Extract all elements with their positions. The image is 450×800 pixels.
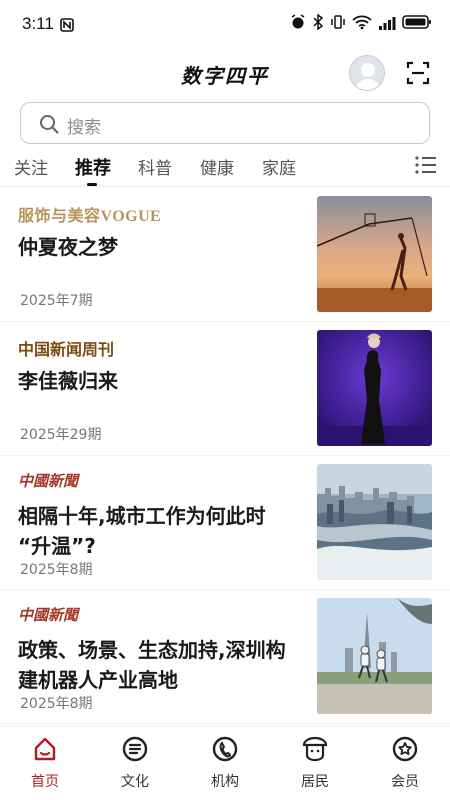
article-title-line: “升温”?: [18, 534, 96, 558]
publication-logo: 中國新聞: [18, 472, 79, 490]
status-time: 3:11: [22, 14, 54, 33]
article-title-line: 相隔十年,城市工作为何此时: [18, 504, 266, 528]
article-thumbnail: [317, 330, 432, 446]
avatar[interactable]: [349, 55, 385, 91]
article-title: 相隔十年,城市工作为何此时 “升温”?: [18, 501, 298, 561]
signal-icon: [378, 15, 396, 34]
app-header: 数字四平: [0, 50, 450, 96]
article-item[interactable]: 服饰与美容VOGUE 仲夏夜之梦 2025年7期: [0, 188, 450, 322]
nav-label: 首页: [31, 774, 59, 790]
member-icon: [392, 736, 418, 762]
institution-icon: [212, 736, 238, 762]
article-title: 仲夏夜之梦: [18, 232, 298, 262]
article-issue: 2025年8期: [20, 696, 93, 712]
publication-logo: 中國新聞: [18, 606, 79, 624]
tab-health[interactable]: 健康: [200, 154, 234, 179]
nav-label: 居民: [301, 774, 329, 790]
nav-culture[interactable]: 文化: [100, 735, 170, 791]
wifi-icon: [352, 14, 372, 34]
nav-label: 会员: [391, 774, 419, 790]
article-item[interactable]: 中國新聞 政策、场景、生态加持,深圳构 建机器人产业高地 2025年8期: [0, 590, 450, 724]
article-title: 李佳薇归来: [18, 366, 298, 396]
nav-resident[interactable]: 居民: [280, 735, 350, 791]
article-thumbnail: [317, 598, 432, 714]
article-item[interactable]: 中国新闻周刊 李佳薇归来 2025年29期: [0, 322, 450, 456]
alarm-icon: [290, 14, 306, 34]
nav-label: 机构: [211, 774, 239, 790]
publication-logo: 中国新闻周刊: [18, 340, 115, 359]
bottom-navigation: 首页 文化 机构 居民 会员: [0, 726, 450, 800]
nav-member[interactable]: 会员: [370, 735, 440, 791]
tab-recommend[interactable]: 推荐: [75, 154, 111, 180]
resident-icon: [302, 736, 328, 762]
tab-family[interactable]: 家庭: [262, 154, 296, 179]
tab-science[interactable]: 科普: [138, 154, 172, 179]
tab-menu-icon[interactable]: [414, 154, 438, 176]
category-tabs: 关注 推荐 科普 健康 家庭: [0, 148, 450, 188]
culture-icon: [122, 736, 148, 762]
article-title: 政策、场景、生态加持,深圳构 建机器人产业高地: [18, 635, 298, 695]
divider: [0, 186, 450, 187]
nav-institution[interactable]: 机构: [190, 735, 260, 791]
tab-follow[interactable]: 关注: [14, 154, 48, 179]
nav-home[interactable]: 首页: [10, 735, 80, 791]
nav-label: 文化: [121, 774, 149, 790]
article-title-line: 建机器人产业高地: [18, 668, 178, 692]
article-issue: 2025年7期: [20, 293, 93, 309]
article-title-line: 政策、场景、生态加持,深圳构: [18, 638, 286, 662]
search-icon: [39, 114, 59, 134]
scan-icon[interactable]: [405, 60, 431, 86]
article-thumbnail: [317, 464, 432, 580]
bluetooth-icon: [312, 13, 324, 34]
home-icon: [34, 737, 56, 761]
article-title-line: 仲夏夜之梦: [18, 235, 118, 259]
nfc-icon: [60, 17, 74, 36]
article-thumbnail: [317, 196, 432, 312]
publication-logo: 服饰与美容VOGUE: [18, 208, 162, 225]
article-issue: 2025年8期: [20, 562, 93, 578]
search-input[interactable]: 搜索: [20, 102, 430, 144]
article-title-line: 李佳薇归来: [18, 369, 118, 393]
article-issue: 2025年29期: [20, 427, 102, 443]
article-item[interactable]: 中國新聞 相隔十年,城市工作为何此时 “升温”? 2025年8期: [0, 456, 450, 590]
vibrate-icon: [330, 14, 346, 34]
battery-icon: [402, 14, 432, 34]
search-placeholder: 搜索: [67, 118, 101, 138]
status-bar: 3:11: [0, 0, 450, 50]
divider: [0, 723, 450, 724]
